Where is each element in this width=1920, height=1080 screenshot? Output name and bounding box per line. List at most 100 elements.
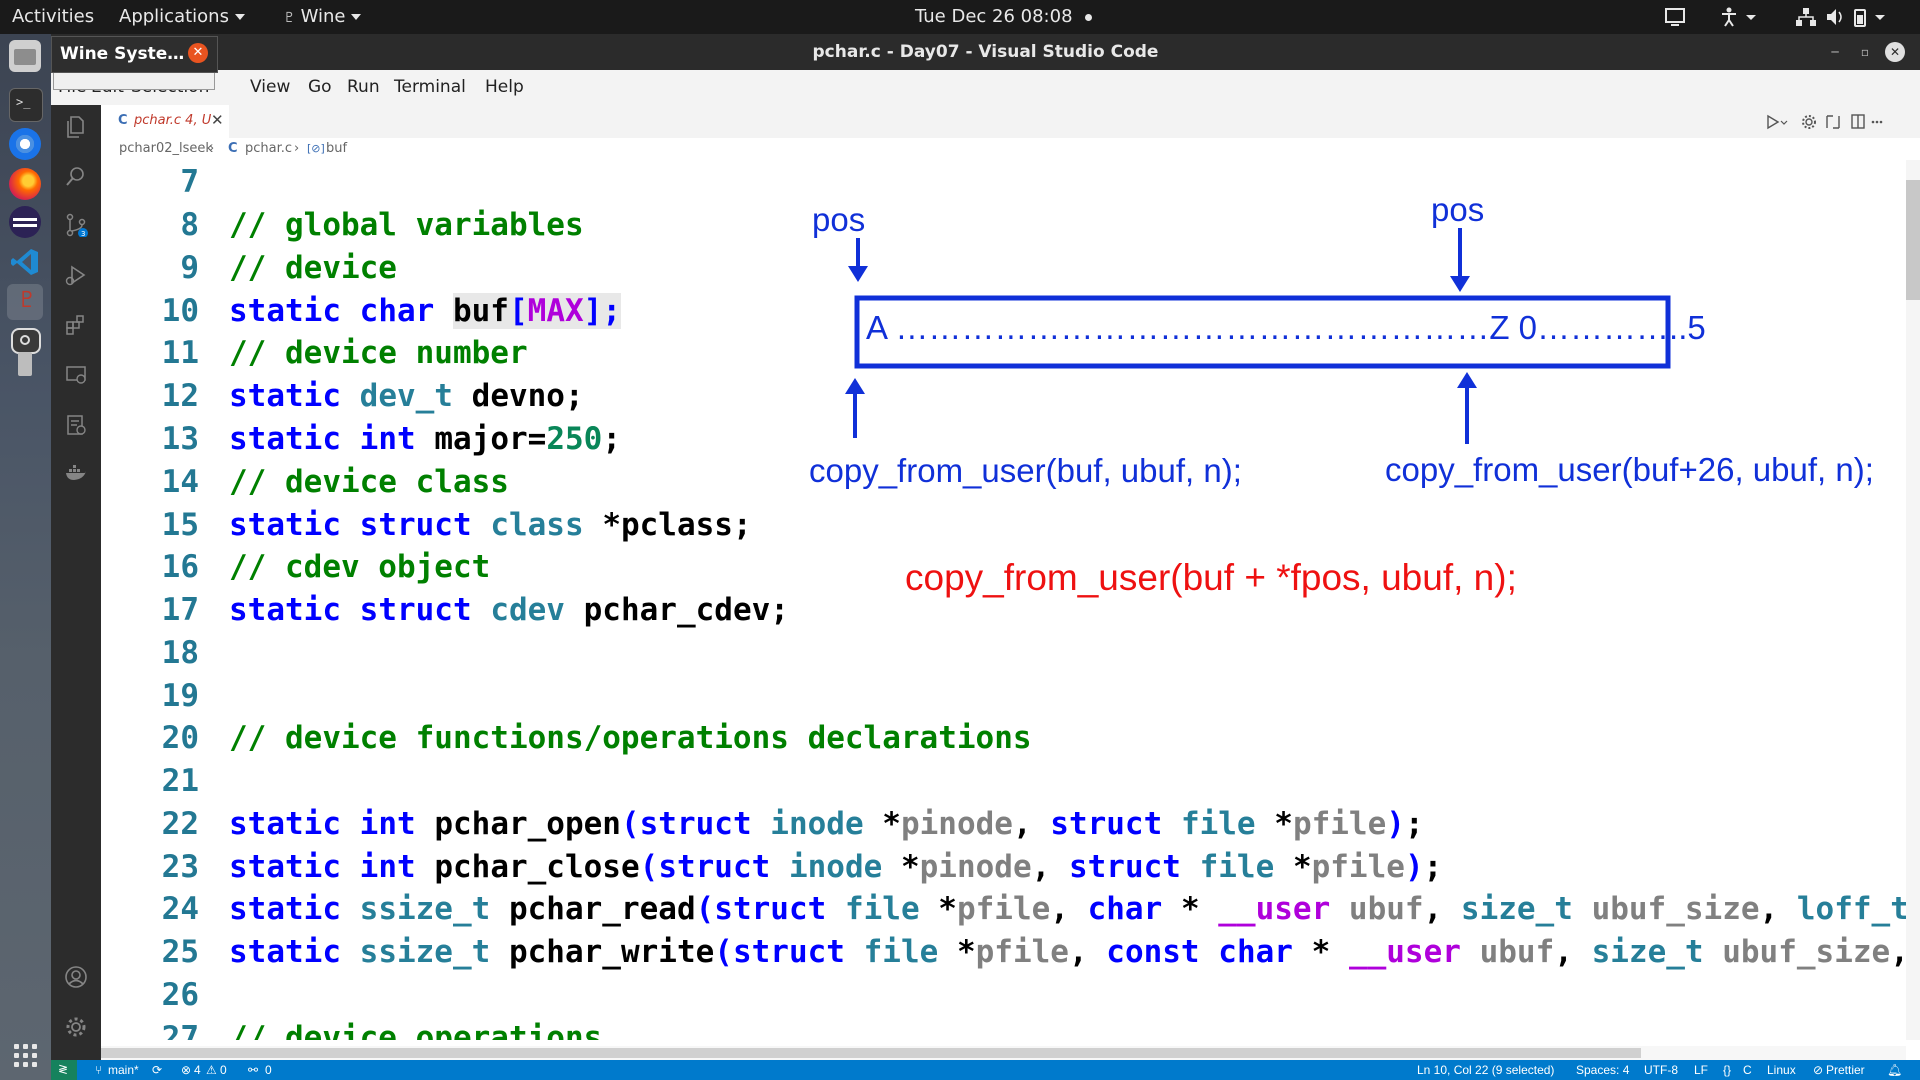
ports-count[interactable]: 0	[265, 1063, 272, 1077]
menu-bar: File Edit Selection View Go Run Terminal…	[51, 70, 1920, 105]
ports-icon: ⚯	[248, 1063, 259, 1077]
code-line-14: // device class	[229, 464, 509, 500]
eclipse-icon[interactable]	[9, 206, 41, 238]
line-number: 14	[161, 464, 199, 500]
line-number: 21	[161, 763, 199, 799]
breadcrumb-file[interactable]: pchar.c	[245, 141, 292, 156]
compare-changes-icon[interactable]	[1826, 115, 1840, 129]
cursor-position[interactable]: Ln 10, Col 22 (9 selected)	[1417, 1063, 1554, 1077]
branch-status[interactable]: main*	[108, 1063, 139, 1077]
files-icon[interactable]	[9, 40, 41, 72]
check-icon: ⊘	[1813, 1063, 1824, 1077]
menu-terminal[interactable]: Terminal	[394, 77, 466, 97]
system-top-bar: Activities Applications ♇ Wine Tue Dec 26…	[0, 0, 1920, 34]
vertical-scrollbar-thumb[interactable]	[1906, 180, 1920, 300]
menu-run[interactable]: Run	[347, 77, 380, 97]
screen-icon[interactable]	[1664, 6, 1686, 28]
sync-icon[interactable]: ⟳	[152, 1063, 162, 1077]
source-control-icon[interactable]: 3	[64, 213, 88, 237]
warning-count[interactable]: 0	[220, 1063, 227, 1077]
docker-icon[interactable]	[64, 461, 88, 485]
line-number: 11	[161, 335, 199, 371]
code-editor[interactable]: 7 8 9 10 11 12 13 14 15 16 17 18 19 20 2…	[101, 160, 1920, 1040]
explorer-icon[interactable]	[64, 115, 88, 139]
accessibility-icon[interactable]	[1720, 6, 1760, 28]
chevron-down-icon	[234, 14, 245, 20]
activities-button[interactable]: Activities	[12, 6, 94, 27]
end-of-line[interactable]: LF	[1694, 1063, 1708, 1077]
breadcrumb: pchar02_lseek › C pchar.c › [⊘] buf	[101, 138, 1920, 160]
chevron-down-icon	[351, 14, 362, 20]
firefox-icon[interactable]	[9, 168, 41, 200]
code-line-13: static int major=250;	[229, 421, 621, 457]
line-number: 18	[161, 635, 199, 671]
search-icon[interactable]	[64, 164, 88, 188]
line-number: 24	[161, 891, 199, 927]
minimize-icon[interactable]: ─	[1825, 42, 1845, 62]
breadcrumb-folder[interactable]: pchar02_lseek	[119, 141, 213, 156]
testing-icon[interactable]	[64, 413, 88, 437]
gear-icon[interactable]	[64, 1015, 88, 1039]
remote-indicator[interactable]: ≷	[51, 1060, 77, 1080]
error-count[interactable]: 4	[194, 1063, 201, 1077]
maximize-icon[interactable]: ▫	[1855, 42, 1875, 62]
encoding[interactable]: UTF-8	[1644, 1063, 1678, 1077]
close-icon[interactable]: ✕	[211, 111, 224, 129]
indentation[interactable]: Spaces: 4	[1576, 1063, 1629, 1077]
code-line-15: static struct class *pclass;	[229, 507, 752, 543]
screenshot-icon[interactable]	[11, 328, 41, 354]
show-applications-icon[interactable]	[14, 1044, 38, 1068]
wine-app-icon[interactable]: ♇	[7, 284, 43, 320]
chrome-icon[interactable]	[9, 128, 41, 160]
wine-system-tray-window[interactable]: Wine Syste… ✕	[51, 36, 218, 73]
warning-icon: ⚠	[206, 1063, 217, 1077]
c-file-icon: C	[118, 113, 128, 128]
horizontal-scrollbar[interactable]	[101, 1046, 1906, 1060]
code-line-9: // device	[229, 250, 397, 286]
code-line-10: static char buf[MAX];	[229, 293, 621, 329]
terminal-icon[interactable]: >_	[9, 88, 43, 122]
tab-pchar-c[interactable]: C pchar.c 4, U ✕	[101, 105, 229, 138]
horizontal-scrollbar-thumb[interactable]	[101, 1048, 1641, 1058]
line-number: 8	[180, 207, 199, 243]
code-line-22: static int pchar_open(struct inode *pino…	[229, 806, 1424, 842]
activity-bar: 3	[51, 105, 101, 1060]
run-debug-icon[interactable]	[64, 263, 88, 287]
extensions-icon[interactable]	[64, 313, 88, 337]
gear-icon[interactable]	[1802, 115, 1816, 129]
error-icon: ⊗	[181, 1063, 192, 1077]
usb-drive-icon[interactable]	[18, 352, 32, 376]
line-number: 9	[180, 250, 199, 286]
code-line-25: static ssize_t pchar_write(struct file *…	[229, 934, 1909, 970]
applications-label: Applications	[119, 6, 229, 27]
wine-menu[interactable]: ♇ Wine	[283, 6, 362, 27]
platform[interactable]: Linux	[1767, 1063, 1796, 1077]
language-mode[interactable]: C	[1743, 1063, 1752, 1077]
status-bar: ≷ ⑂ main* ⟳ ⊗ 4 ⚠ 0 ⚯ 0 Ln 10, Col 22 (9…	[51, 1060, 1920, 1080]
wine-glass-icon: ♇	[283, 10, 296, 26]
vertical-scrollbar[interactable]	[1906, 160, 1920, 1040]
run-code-icon[interactable]	[1767, 114, 1788, 130]
menu-help[interactable]: Help	[485, 77, 524, 97]
clock[interactable]: Tue Dec 26 08:08	[915, 6, 1092, 27]
split-editor-icon[interactable]	[1851, 114, 1865, 129]
close-icon[interactable]: ✕	[1885, 42, 1905, 62]
system-status-icons[interactable]	[1795, 6, 1905, 28]
menu-view[interactable]: View	[250, 77, 290, 97]
prettier-status[interactable]: Prettier	[1826, 1063, 1865, 1077]
vscode-icon[interactable]	[9, 246, 41, 278]
notifications-bell-icon[interactable]: 🔔︎	[1887, 1063, 1902, 1077]
account-icon[interactable]	[64, 965, 88, 989]
code-line-20: // device functions/operations declarati…	[229, 720, 1032, 756]
wine-popup-title: Wine Syste…	[60, 44, 185, 64]
line-number: 13	[161, 421, 199, 457]
clock-label: Tue Dec 26 08:08	[915, 6, 1073, 27]
close-icon[interactable]: ✕	[188, 43, 208, 63]
more-actions-icon[interactable]	[1871, 120, 1883, 124]
window-title-bar[interactable]: pchar.c - Day07 - Visual Studio Code ─ ▫…	[51, 34, 1920, 70]
applications-menu[interactable]: Applications	[119, 6, 245, 27]
menu-go[interactable]: Go	[308, 77, 332, 97]
window-title: pchar.c - Day07 - Visual Studio Code	[812, 42, 1159, 62]
remote-explorer-icon[interactable]	[64, 363, 88, 387]
breadcrumb-symbol[interactable]: buf	[326, 141, 347, 156]
